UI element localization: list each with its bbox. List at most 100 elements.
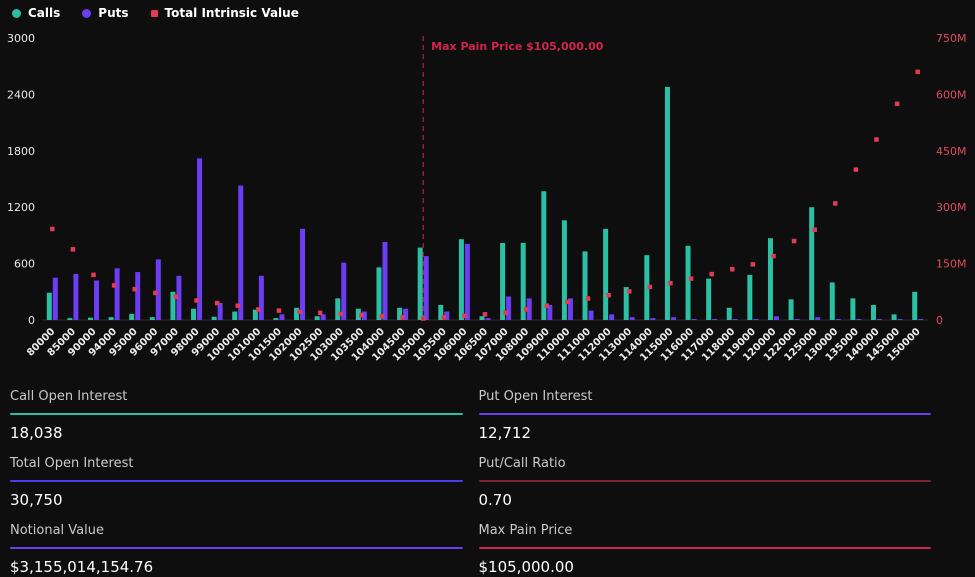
intrinsic-value-point[interactable] [194,298,199,303]
legend-item-total-intrinsic-value[interactable]: Total Intrinsic Value [151,6,299,20]
intrinsic-value-point[interactable] [771,254,776,259]
call-bar[interactable] [686,246,691,320]
call-bar[interactable] [830,282,835,320]
put-bar[interactable] [382,242,387,320]
call-bar[interactable] [789,299,794,320]
intrinsic-value-point[interactable] [71,247,76,252]
intrinsic-value-point[interactable] [339,312,344,317]
intrinsic-value-point[interactable] [854,167,859,172]
put-bar[interactable] [53,278,58,320]
put-bar[interactable] [486,318,491,320]
put-bar[interactable] [856,319,861,320]
put-bar[interactable] [589,311,594,320]
intrinsic-value-point[interactable] [565,300,570,305]
put-bar[interactable] [115,268,120,320]
put-bar[interactable] [918,319,923,320]
put-bar[interactable] [692,319,697,320]
put-bar[interactable] [321,314,326,320]
put-bar[interactable] [218,303,223,320]
put-bar[interactable] [774,316,779,320]
call-bar[interactable] [480,316,485,320]
intrinsic-value-point[interactable] [112,283,117,288]
put-bar[interactable] [94,281,99,320]
call-bar[interactable] [418,248,423,320]
intrinsic-value-point[interactable] [483,312,488,317]
legend-item-calls[interactable]: Calls [12,6,60,20]
intrinsic-value-point[interactable] [442,315,447,320]
put-bar[interactable] [279,314,284,320]
intrinsic-value-point[interactable] [874,137,879,142]
call-bar[interactable] [150,317,155,320]
intrinsic-value-point[interactable] [792,239,797,244]
call-bar[interactable] [273,318,278,320]
intrinsic-value-point[interactable] [400,315,405,320]
intrinsic-value-point[interactable] [915,70,920,75]
put-bar[interactable] [795,319,800,320]
call-bar[interactable] [892,314,897,320]
options-open-interest-chart[interactable]: 060012001800240030000150M300M450M600M750… [0,26,975,376]
put-bar[interactable] [259,276,264,320]
put-bar[interactable] [671,317,676,320]
intrinsic-value-point[interactable] [132,287,137,292]
intrinsic-value-point[interactable] [730,267,735,272]
intrinsic-value-point[interactable] [277,308,282,313]
intrinsic-value-point[interactable] [524,307,529,312]
call-bar[interactable] [335,298,340,320]
call-bar[interactable] [459,239,464,320]
put-bar[interactable] [73,274,78,320]
intrinsic-value-point[interactable] [709,272,714,277]
put-bar[interactable] [733,319,738,320]
call-bar[interactable] [583,251,588,320]
intrinsic-value-point[interactable] [606,293,611,298]
intrinsic-value-point[interactable] [462,314,467,319]
call-bar[interactable] [88,318,93,320]
intrinsic-value-point[interactable] [689,276,694,281]
put-bar[interactable] [341,263,346,320]
put-bar[interactable] [815,317,820,320]
call-bar[interactable] [315,316,320,320]
intrinsic-value-point[interactable] [627,289,632,294]
put-bar[interactable] [465,244,470,320]
put-bar[interactable] [712,319,717,320]
put-bar[interactable] [197,158,202,320]
put-bar[interactable] [836,319,841,320]
intrinsic-value-point[interactable] [380,314,385,319]
put-bar[interactable] [630,317,635,320]
call-bar[interactable] [232,312,237,320]
put-bar[interactable] [506,297,511,321]
intrinsic-value-point[interactable] [215,301,220,306]
intrinsic-value-point[interactable] [812,228,817,233]
put-bar[interactable] [238,186,243,320]
call-bar[interactable] [809,207,814,320]
intrinsic-value-point[interactable] [174,294,179,299]
put-bar[interactable] [135,272,140,320]
call-bar[interactable] [871,305,876,320]
call-bar[interactable] [850,298,855,320]
call-bar[interactable] [562,220,567,320]
intrinsic-value-point[interactable] [751,262,756,267]
call-bar[interactable] [67,318,72,320]
put-bar[interactable] [156,259,161,320]
intrinsic-value-point[interactable] [895,102,900,107]
call-bar[interactable] [603,229,608,320]
call-bar[interactable] [129,314,134,320]
call-bar[interactable] [500,243,505,320]
intrinsic-value-point[interactable] [256,307,261,312]
intrinsic-value-point[interactable] [235,303,240,308]
put-bar[interactable] [424,256,429,320]
call-bar[interactable] [191,309,196,320]
call-bar[interactable] [768,238,773,320]
intrinsic-value-point[interactable] [648,285,653,290]
call-bar[interactable] [706,279,711,320]
put-bar[interactable] [300,229,305,320]
call-bar[interactable] [912,292,917,320]
call-bar[interactable] [109,317,114,320]
put-bar[interactable] [877,319,882,320]
call-bar[interactable] [727,308,732,320]
call-bar[interactable] [376,267,381,320]
intrinsic-value-point[interactable] [91,273,96,278]
put-bar[interactable] [609,314,614,320]
call-bar[interactable] [541,191,546,320]
intrinsic-value-point[interactable] [833,201,838,206]
intrinsic-value-point[interactable] [50,227,55,232]
